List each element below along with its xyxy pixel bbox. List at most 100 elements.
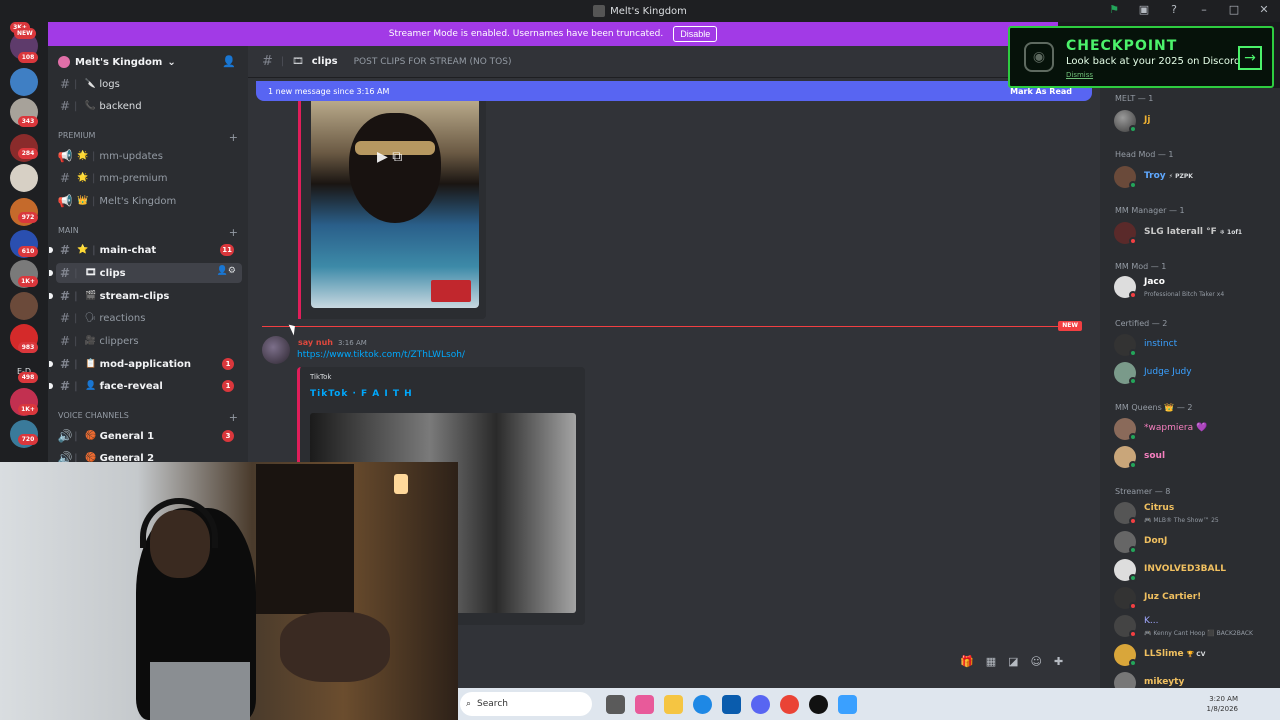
channel-clippers[interactable]: # | 🎥 clippers bbox=[56, 331, 242, 351]
new-messages-bar[interactable]: 1 new message since 3:16 AM Mark As Read bbox=[256, 81, 1092, 101]
inbox-icon[interactable]: ▣ bbox=[1136, 3, 1152, 16]
new-messages-text: 1 new message since 3:16 AM bbox=[268, 86, 390, 96]
gif-icon[interactable]: ▦ bbox=[986, 655, 996, 668]
chrome-icon[interactable] bbox=[780, 694, 799, 714]
member-item[interactable]: Troy ⚡ PZPK bbox=[1114, 166, 1274, 190]
channel-label: logs bbox=[99, 78, 120, 90]
member-item[interactable]: SLG laterall °F ❄ 1of1 bbox=[1114, 222, 1274, 246]
file-explorer-icon[interactable] bbox=[664, 694, 683, 714]
add-channel-icon[interactable]: + bbox=[229, 226, 238, 240]
sticker-icon[interactable]: ◪ bbox=[1008, 655, 1018, 668]
dismiss-link[interactable]: Dismiss bbox=[1066, 71, 1093, 79]
play-icon[interactable]: ▶ ⧉ bbox=[377, 149, 402, 165]
checkpoint-subtitle: Look back at your 2025 on Discord bbox=[1066, 56, 1241, 67]
channel-name: clips bbox=[311, 56, 338, 67]
channel-face-reveal[interactable]: # | 👤 face-reveal 1 bbox=[49, 376, 242, 396]
disable-streamer-mode-button[interactable]: Disable bbox=[673, 26, 718, 42]
category-premium[interactable]: PREMIUM + bbox=[58, 131, 238, 145]
checkpoint-promo[interactable]: ◉ CHECKPOINT Look back at your 2025 on D… bbox=[1008, 26, 1274, 88]
window-controls: ⚑ ▣ ? – □ ✕ bbox=[1106, 3, 1272, 16]
channel-emoji: ⭐ bbox=[77, 245, 89, 255]
server-icon[interactable] bbox=[10, 292, 38, 320]
close-icon[interactable]: ✕ bbox=[1256, 3, 1272, 16]
hash-icon: # bbox=[59, 289, 71, 303]
invite-people-icon[interactable]: 👤 bbox=[222, 55, 236, 68]
embed-provider: TikTok bbox=[310, 373, 332, 381]
member-item[interactable]: Jj bbox=[1114, 110, 1274, 134]
server-name: Melt's Kingdom bbox=[75, 56, 163, 68]
member-item[interactable]: INVOLVED3BALL bbox=[1114, 559, 1274, 583]
maximize-icon[interactable]: □ bbox=[1226, 3, 1242, 16]
channel-logs[interactable]: # | 🔪 logs bbox=[56, 74, 242, 94]
emoji-icon[interactable]: ☺ bbox=[1031, 655, 1042, 668]
channel-backend[interactable]: # | 📞 backend bbox=[56, 96, 242, 116]
task-view-icon[interactable] bbox=[606, 694, 625, 714]
channel-melts-kingdom[interactable]: 📢 👑 | Melt's Kingdom bbox=[56, 191, 242, 211]
channel-reactions[interactable]: # | 🗣 reactions bbox=[56, 308, 242, 328]
server-icon[interactable] bbox=[10, 68, 38, 96]
message-author[interactable]: say nuh bbox=[298, 338, 333, 347]
flag-icon[interactable]: ⚑ bbox=[1106, 3, 1122, 16]
video-thumbnail[interactable]: ▶ ⧉ bbox=[311, 101, 479, 308]
member-item[interactable]: *wapmiera 💜 bbox=[1114, 418, 1274, 442]
member-item[interactable]: Judge Judy bbox=[1114, 362, 1274, 386]
chevron-down-icon: ⌄ bbox=[167, 56, 176, 68]
taskbar-search[interactable]: ⌕ Search bbox=[460, 692, 592, 716]
member-item[interactable]: LLSlime 🏆 CV bbox=[1114, 644, 1274, 668]
member-item[interactable]: instinct bbox=[1114, 334, 1274, 358]
hash-icon: # bbox=[59, 77, 71, 91]
discord-icon[interactable] bbox=[751, 694, 770, 714]
member-item[interactable]: Jaco Professional Bitch Taker x4 bbox=[1114, 276, 1274, 300]
channel-mm-premium[interactable]: # 🌟 | mm-premium bbox=[56, 168, 242, 188]
obs-icon[interactable] bbox=[809, 694, 828, 714]
gift-icon[interactable]: 🎁 bbox=[960, 655, 974, 668]
apps-icon[interactable]: ✚ bbox=[1054, 655, 1063, 668]
member-name: LLSlime 🏆 CV bbox=[1144, 649, 1206, 659]
member-item[interactable]: soul bbox=[1114, 446, 1274, 470]
add-channel-icon[interactable]: + bbox=[229, 411, 238, 425]
channel-mod-application[interactable]: # | 📋 mod-application 1 bbox=[49, 354, 242, 374]
embed-title[interactable]: TikTok · F A I T H bbox=[310, 389, 413, 399]
avatar[interactable] bbox=[262, 336, 290, 364]
member-name: soul bbox=[1144, 451, 1166, 461]
member-item[interactable]: Citrus 🎮 MLB® The Show™ 25 bbox=[1114, 502, 1274, 526]
hash-icon: # bbox=[59, 311, 71, 325]
server-icon[interactable] bbox=[10, 164, 38, 192]
minimize-icon[interactable]: – bbox=[1196, 3, 1212, 16]
member-item[interactable]: DonJ bbox=[1114, 531, 1274, 555]
arrow-right-icon[interactable]: → bbox=[1238, 46, 1262, 70]
add-channel-icon[interactable]: + bbox=[229, 131, 238, 145]
channel-main-chat[interactable]: # ⭐ | main-chat 11 bbox=[49, 240, 242, 260]
message-link[interactable]: https://www.tiktok.com/t/ZThLWLsoh/ bbox=[297, 350, 465, 360]
channel-label: face-reveal bbox=[99, 380, 163, 392]
app-icon[interactable] bbox=[838, 694, 857, 714]
category-main[interactable]: MAIN + bbox=[58, 226, 238, 240]
clock-date: 1/8/2026 bbox=[1206, 705, 1238, 713]
member-status-text: Professional Bitch Taker x4 bbox=[1144, 291, 1225, 298]
member-item[interactable]: mikeyty bbox=[1114, 672, 1274, 688]
channel-label: General 1 bbox=[99, 430, 155, 442]
taskbar-apps bbox=[606, 694, 857, 714]
channel-label: mm-updates bbox=[99, 150, 163, 162]
copilot-icon[interactable] bbox=[635, 694, 654, 714]
edge-icon[interactable] bbox=[693, 694, 712, 714]
channel-settings-icon[interactable]: 👤⚙ bbox=[217, 266, 236, 276]
member-name: Troy ⚡ PZPK bbox=[1144, 171, 1193, 181]
taskbar-clock[interactable]: 3:20 AM 1/8/2026 bbox=[1207, 694, 1238, 714]
channel-topic[interactable]: POST CLIPS FOR STREAM (NO TOS) bbox=[354, 57, 512, 67]
role-header: MM Mod — 1 bbox=[1115, 262, 1167, 271]
help-icon[interactable]: ? bbox=[1166, 3, 1182, 16]
member-name: Jaco bbox=[1144, 277, 1165, 287]
role-header: MELT — 1 bbox=[1115, 94, 1154, 103]
category-voice-channels[interactable]: VOICE CHANNELS + bbox=[58, 411, 238, 425]
server-badge: 1K+ bbox=[18, 404, 38, 415]
hash-icon: # bbox=[59, 379, 71, 393]
member-item[interactable]: Juz Cartier! bbox=[1114, 587, 1274, 611]
channel-mm-updates[interactable]: 📢 🌟 | mm-updates bbox=[56, 146, 242, 166]
channel-clips[interactable]: # | 🎞 clips 👤⚙ bbox=[49, 263, 242, 283]
category-label: MAIN bbox=[58, 226, 79, 235]
member-item[interactable]: K... 🎮 Kenny Cant Hoop ⬛ BACK2BACK bbox=[1114, 615, 1274, 639]
voice-channel-general-1[interactable]: 🔊 | 🏀 General 1 3 bbox=[56, 426, 242, 446]
store-icon[interactable] bbox=[722, 694, 741, 714]
channel-stream-clips[interactable]: # | 🎬 stream-clips bbox=[49, 286, 242, 306]
